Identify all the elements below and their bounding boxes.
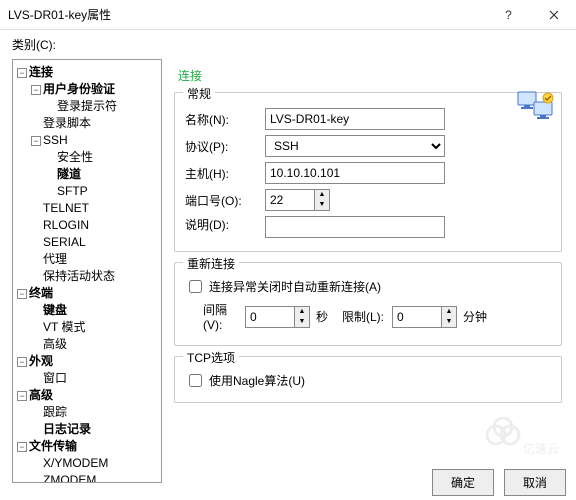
- tree-toggle[interactable]: −: [31, 85, 41, 95]
- port-up-icon[interactable]: ▲: [315, 190, 329, 200]
- tree-rlogin[interactable]: RLOGIN: [43, 218, 89, 232]
- close-icon: [549, 10, 559, 20]
- ok-button[interactable]: 确定: [432, 469, 494, 496]
- computers-icon: [516, 90, 556, 124]
- dialog-footer: 确定 取消: [432, 469, 566, 496]
- general-group: 常规 名称(N): 协议(P): SSH 主机(H): 端口号(O): ▲▼: [174, 92, 562, 252]
- svg-text:亿速云: 亿速云: [523, 441, 559, 456]
- protocol-select[interactable]: SSH: [265, 135, 445, 157]
- tree-trace[interactable]: 跟踪: [43, 405, 67, 419]
- tree-toggle[interactable]: −: [17, 442, 27, 452]
- tree-sftp[interactable]: SFTP: [57, 184, 88, 198]
- tcp-legend: TCP选项: [183, 349, 239, 366]
- port-input[interactable]: [265, 189, 315, 211]
- tree-keepalive[interactable]: 保持活动状态: [43, 269, 115, 283]
- category-label: 类别(C):: [0, 30, 576, 59]
- tree-toggle[interactable]: −: [17, 68, 27, 78]
- tree-logging[interactable]: 日志记录: [43, 422, 91, 436]
- desc-label: 说明(D):: [185, 216, 265, 233]
- desc-input[interactable]: [265, 216, 445, 238]
- tree-advanced2[interactable]: 高级: [29, 388, 53, 402]
- limit-unit: 分钟: [463, 308, 487, 325]
- limit-label: 限制(L):: [342, 308, 392, 325]
- close-button[interactable]: [531, 0, 576, 30]
- spin-up-icon[interactable]: ▲: [295, 307, 309, 317]
- nagle-label: 使用Nagle算法(U): [209, 372, 305, 389]
- name-input[interactable]: [265, 108, 445, 130]
- auto-reconnect-label: 连接异常关闭时自动重新连接(A): [209, 278, 381, 295]
- reconnect-group: 重新连接 连接异常关闭时自动重新连接(A) 间隔(V): ▲▼ 秒 限制(L):…: [174, 262, 562, 346]
- port-down-icon[interactable]: ▼: [315, 200, 329, 210]
- port-label: 端口号(O):: [185, 192, 265, 209]
- interval-label: 间隔(V):: [185, 301, 245, 332]
- category-tree[interactable]: −连接 −用户身份验证 登录提示符 登录脚本 −SSH 安全性 隧道 SFTP …: [12, 59, 162, 483]
- titlebar: LVS-DR01-key属性 ?: [0, 0, 576, 30]
- tree-telnet[interactable]: TELNET: [43, 201, 89, 215]
- tree-advanced[interactable]: 高级: [43, 337, 67, 351]
- spin-up-icon[interactable]: ▲: [442, 307, 456, 317]
- tcp-group: TCP选项 使用Nagle算法(U): [174, 356, 562, 403]
- tree-keyboard[interactable]: 键盘: [43, 303, 67, 317]
- general-legend: 常规: [183, 85, 215, 102]
- host-label: 主机(H):: [185, 165, 265, 182]
- spin-down-icon[interactable]: ▼: [442, 317, 456, 327]
- window-title: LVS-DR01-key属性: [8, 6, 486, 23]
- tree-toggle[interactable]: −: [17, 357, 27, 367]
- limit-input[interactable]: [392, 306, 442, 328]
- nagle-checkbox[interactable]: [189, 374, 202, 387]
- host-input[interactable]: [265, 162, 445, 184]
- spin-down-icon[interactable]: ▼: [295, 317, 309, 327]
- tree-zmodem[interactable]: ZMODEM: [43, 473, 96, 483]
- tree-loginprompt[interactable]: 登录提示符: [57, 99, 117, 113]
- tree-toggle[interactable]: −: [17, 391, 27, 401]
- tree-loginscript[interactable]: 登录脚本: [43, 116, 91, 130]
- tree-tunnel[interactable]: 隧道: [57, 167, 81, 181]
- cancel-button[interactable]: 取消: [504, 469, 566, 496]
- name-label: 名称(N):: [185, 111, 265, 128]
- reconnect-legend: 重新连接: [183, 255, 239, 272]
- tree-terminal[interactable]: 终端: [29, 286, 53, 300]
- tree-vtmode[interactable]: VT 模式: [43, 320, 85, 334]
- tree-filetransfer[interactable]: 文件传输: [29, 439, 77, 453]
- tree-ssh[interactable]: SSH: [43, 133, 68, 147]
- tree-security[interactable]: 安全性: [57, 150, 93, 164]
- panel-title: 连接: [178, 67, 562, 84]
- tree-xymodem[interactable]: X/YMODEM: [43, 456, 108, 470]
- tree-proxy[interactable]: 代理: [43, 252, 67, 266]
- protocol-label: 协议(P):: [185, 138, 265, 155]
- tree-window[interactable]: 窗口: [43, 371, 67, 385]
- tree-toggle[interactable]: −: [31, 136, 41, 146]
- interval-unit: 秒: [316, 308, 328, 325]
- interval-input[interactable]: [245, 306, 295, 328]
- tree-connection[interactable]: 连接: [29, 65, 53, 79]
- tree-auth[interactable]: 用户身份验证: [43, 82, 115, 96]
- auto-reconnect-checkbox[interactable]: [189, 280, 202, 293]
- tree-serial[interactable]: SERIAL: [43, 235, 86, 249]
- watermark: 亿速云: [478, 417, 568, 460]
- help-button[interactable]: ?: [486, 0, 531, 30]
- tree-toggle[interactable]: −: [17, 289, 27, 299]
- tree-appearance[interactable]: 外观: [29, 354, 53, 368]
